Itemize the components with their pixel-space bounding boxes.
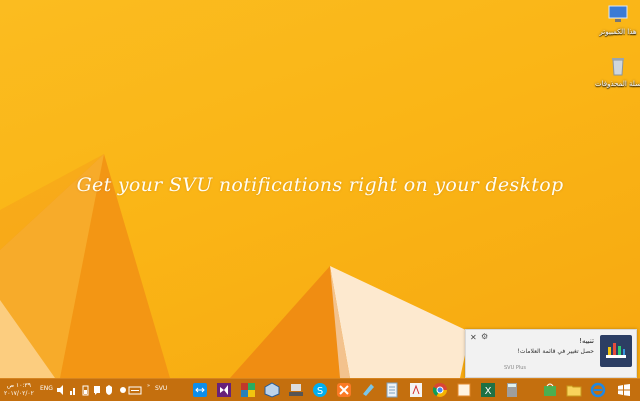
paint-icon[interactable]	[360, 382, 376, 398]
virtualbox-icon[interactable]	[264, 382, 280, 398]
xampp-icon[interactable]	[336, 382, 352, 398]
battery-icon[interactable]	[80, 382, 90, 398]
close-icon[interactable]: ✕	[470, 333, 477, 342]
notification-source: SVU Plus	[504, 365, 527, 371]
app-icon[interactable]	[456, 382, 472, 398]
taskbar: ١٠:٣٩ ص ٢٠١٧/٠٢/٠٢ ENG » SVU S X	[0, 378, 640, 401]
acrobat-icon[interactable]	[408, 382, 424, 398]
start-button-icon[interactable]	[616, 382, 632, 398]
gear-icon[interactable]: ⚙	[481, 332, 488, 341]
desktop-icon-recycle-bin[interactable]: سلة المحذوفات	[594, 56, 640, 88]
clock-date: ٢٠١٧/٠٢/٠٢	[4, 390, 34, 397]
desktop-icon-label: هذا الكمبيوتر	[599, 28, 637, 36]
store-icon[interactable]	[542, 382, 558, 398]
svg-text:S: S	[317, 386, 323, 397]
keyboard-icon[interactable]	[128, 382, 142, 398]
desktop-icon-this-pc[interactable]: هذا الكمبيوتر	[594, 4, 640, 36]
file-explorer-icon[interactable]	[566, 382, 582, 398]
winrar-icon[interactable]	[240, 382, 256, 398]
tray-app-icon[interactable]	[118, 382, 128, 398]
bar-chart-icon	[606, 343, 626, 358]
svg-text:X: X	[485, 386, 492, 397]
notepad-icon[interactable]	[384, 382, 400, 398]
ie-icon[interactable]	[590, 382, 606, 398]
skype-icon[interactable]: S	[312, 382, 328, 398]
svu-plus-logo	[600, 335, 632, 367]
notification-toast[interactable]: ✕ ⚙ تنبيه! حصل تغيير في قائمة العلامات! …	[465, 329, 637, 378]
svu-label[interactable]: SVU	[155, 385, 167, 392]
teamviewer-icon[interactable]	[192, 382, 208, 398]
notification-title: تنبيه!	[579, 337, 594, 345]
promo-tagline: Get your SVU notifications right on your…	[76, 174, 564, 196]
chrome-icon[interactable]	[432, 382, 448, 398]
monitor-icon	[608, 5, 628, 22]
language-indicator[interactable]: ENG	[40, 385, 53, 392]
desktop: Get your SVU notifications right on your…	[0, 0, 640, 378]
taskbar-clock[interactable]: ١٠:٣٩ ص ٢٠١٧/٠٢/٠٢	[4, 382, 34, 398]
excel-icon[interactable]: X	[480, 382, 496, 398]
desktop-icon-label: سلة المحذوفات	[595, 80, 640, 88]
network-icon[interactable]	[288, 382, 304, 398]
notification-body: حصل تغيير في قائمة العلامات!	[517, 348, 594, 355]
show-hidden-icons-icon[interactable]: »	[147, 383, 150, 389]
recycle-bin-icon	[612, 58, 624, 76]
volume-icon[interactable]	[56, 382, 66, 398]
calc-icon[interactable]	[504, 382, 520, 398]
action-center-icon[interactable]	[92, 382, 102, 398]
security-icon[interactable]	[104, 382, 114, 398]
clock-time: ١٠:٣٩ ص	[6, 382, 31, 389]
network-status-icon[interactable]	[68, 382, 78, 398]
visual-studio-icon[interactable]	[216, 382, 232, 398]
